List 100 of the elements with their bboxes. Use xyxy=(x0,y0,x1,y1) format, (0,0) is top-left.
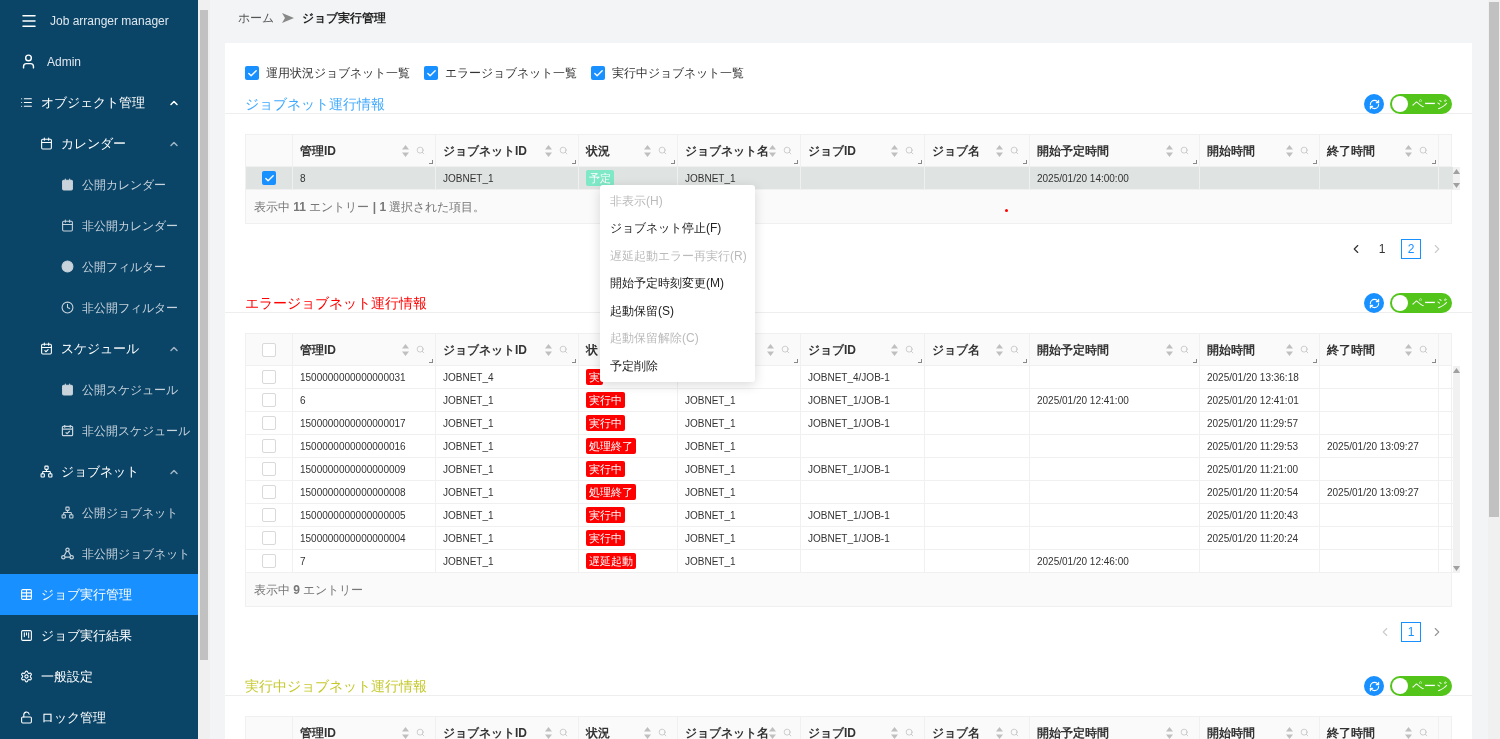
sort-icon[interactable] xyxy=(996,343,1003,356)
resize-handle[interactable] xyxy=(1193,160,1197,164)
resize-handle[interactable] xyxy=(1432,160,1436,164)
search-icon[interactable] xyxy=(1010,728,1019,737)
sidebar-scrollbar[interactable] xyxy=(198,0,210,739)
search-icon[interactable] xyxy=(559,345,568,354)
sort-icon[interactable] xyxy=(644,726,651,739)
checkbox[interactable] xyxy=(591,66,605,80)
scroll-up-icon[interactable] xyxy=(1453,368,1460,373)
sort-icon[interactable] xyxy=(891,144,898,157)
resize-handle[interactable] xyxy=(1313,160,1317,164)
search-icon[interactable] xyxy=(658,728,667,737)
scrollbar[interactable] xyxy=(1453,366,1460,573)
checkbox[interactable] xyxy=(262,370,276,384)
refresh-button[interactable] xyxy=(1364,94,1384,114)
search-icon[interactable] xyxy=(783,146,792,155)
filter-label[interactable]: エラージョブネット一覧 xyxy=(445,64,577,82)
search-icon[interactable] xyxy=(1300,345,1309,354)
resize-handle[interactable] xyxy=(1193,359,1197,363)
page-scrollbar[interactable] xyxy=(1488,0,1500,739)
search-icon[interactable] xyxy=(1180,146,1189,155)
breadcrumb-link[interactable]: ホーム xyxy=(238,8,274,27)
sort-icon[interactable] xyxy=(1405,144,1412,157)
filter-label[interactable]: 実行中ジョブネット一覧 xyxy=(612,64,744,82)
sort-icon[interactable] xyxy=(891,726,898,739)
search-icon[interactable] xyxy=(905,728,914,737)
search-icon[interactable] xyxy=(559,146,568,155)
resize-handle[interactable] xyxy=(572,359,576,363)
sidebar-item[interactable]: 公開フィルター xyxy=(0,246,198,287)
sort-icon[interactable] xyxy=(1166,144,1173,157)
sort-icon[interactable] xyxy=(996,144,1003,157)
sort-icon[interactable] xyxy=(1286,144,1293,157)
scroll-down-icon[interactable] xyxy=(1453,183,1460,188)
checkbox[interactable] xyxy=(262,342,276,357)
sort-icon[interactable] xyxy=(1286,343,1293,356)
sort-icon[interactable] xyxy=(1405,726,1412,739)
sort-icon[interactable] xyxy=(402,343,409,356)
sidebar-item[interactable]: 非公開フィルター xyxy=(0,287,198,328)
checkbox[interactable] xyxy=(262,393,276,407)
scroll-down-icon[interactable] xyxy=(1453,566,1460,571)
sort-icon[interactable] xyxy=(545,144,552,157)
search-icon[interactable] xyxy=(416,345,425,354)
scroll-up-icon[interactable] xyxy=(1453,169,1460,174)
sort-icon[interactable] xyxy=(402,726,409,739)
sort-icon[interactable] xyxy=(769,726,776,739)
sidebar-item[interactable]: 一般設定 xyxy=(0,656,198,697)
checkbox[interactable] xyxy=(262,439,276,453)
sort-icon[interactable] xyxy=(767,343,774,356)
sort-icon[interactable] xyxy=(1405,343,1412,356)
menu-item[interactable]: 起動保留(S) xyxy=(600,297,755,325)
search-icon[interactable] xyxy=(1300,146,1309,155)
search-icon[interactable] xyxy=(559,728,568,737)
page-button[interactable]: 1 xyxy=(1372,238,1392,259)
search-icon[interactable] xyxy=(783,728,792,737)
search-icon[interactable] xyxy=(1419,345,1428,354)
checkbox[interactable] xyxy=(424,66,438,80)
resize-handle[interactable] xyxy=(794,359,798,363)
checkbox[interactable] xyxy=(262,416,276,430)
sort-icon[interactable] xyxy=(1166,343,1173,356)
sidebar-item[interactable]: スケジュール xyxy=(0,328,198,369)
resize-handle[interactable] xyxy=(918,359,922,363)
sort-icon[interactable] xyxy=(769,144,776,157)
resize-handle[interactable] xyxy=(918,160,922,164)
resize-handle[interactable] xyxy=(1023,160,1027,164)
selected-row[interactable]: 8 JOBNET_1 予定 JOBNET_1 2025/01/20 14:00:00 xyxy=(246,167,1453,190)
search-icon[interactable] xyxy=(905,146,914,155)
resize-handle[interactable] xyxy=(794,160,798,164)
sidebar-item[interactable]: 非公開ジョブネット xyxy=(0,533,198,574)
menu-item[interactable]: 予定削除 xyxy=(600,352,755,380)
search-icon[interactable] xyxy=(1180,345,1189,354)
sort-icon[interactable] xyxy=(1286,726,1293,739)
search-icon[interactable] xyxy=(658,146,667,155)
sidebar-item[interactable]: ロック管理 xyxy=(0,697,198,738)
search-icon[interactable] xyxy=(1010,146,1019,155)
sort-icon[interactable] xyxy=(891,343,898,356)
sort-icon[interactable] xyxy=(996,726,1003,739)
resize-handle[interactable] xyxy=(1313,359,1317,363)
refresh-button[interactable] xyxy=(1364,676,1384,696)
search-icon[interactable] xyxy=(416,728,425,737)
sidebar-item[interactable]: 公開カレンダー xyxy=(0,164,198,205)
sidebar-item[interactable]: ジョブネット xyxy=(0,451,198,492)
sort-icon[interactable] xyxy=(545,726,552,739)
sort-icon[interactable] xyxy=(402,144,409,157)
sidebar-item[interactable]: 非公開カレンダー xyxy=(0,205,198,246)
search-icon[interactable] xyxy=(781,345,790,354)
search-icon[interactable] xyxy=(1300,728,1309,737)
checkbox[interactable] xyxy=(262,171,276,185)
menu-item[interactable]: 開始予定時刻変更(M) xyxy=(600,269,755,297)
refresh-button[interactable] xyxy=(1364,293,1384,313)
scrollbar[interactable] xyxy=(1453,167,1460,190)
resize-handle[interactable] xyxy=(1023,359,1027,363)
resize-handle[interactable] xyxy=(429,160,433,164)
resize-handle[interactable] xyxy=(572,160,576,164)
filter-label[interactable]: 運用状況ジョブネット一覧 xyxy=(266,64,410,82)
checkbox[interactable] xyxy=(262,531,276,545)
resize-handle[interactable] xyxy=(671,160,675,164)
resize-handle[interactable] xyxy=(1432,359,1436,363)
checkbox[interactable] xyxy=(262,462,276,476)
search-icon[interactable] xyxy=(1010,345,1019,354)
sidebar-item[interactable]: カレンダー xyxy=(0,123,198,164)
